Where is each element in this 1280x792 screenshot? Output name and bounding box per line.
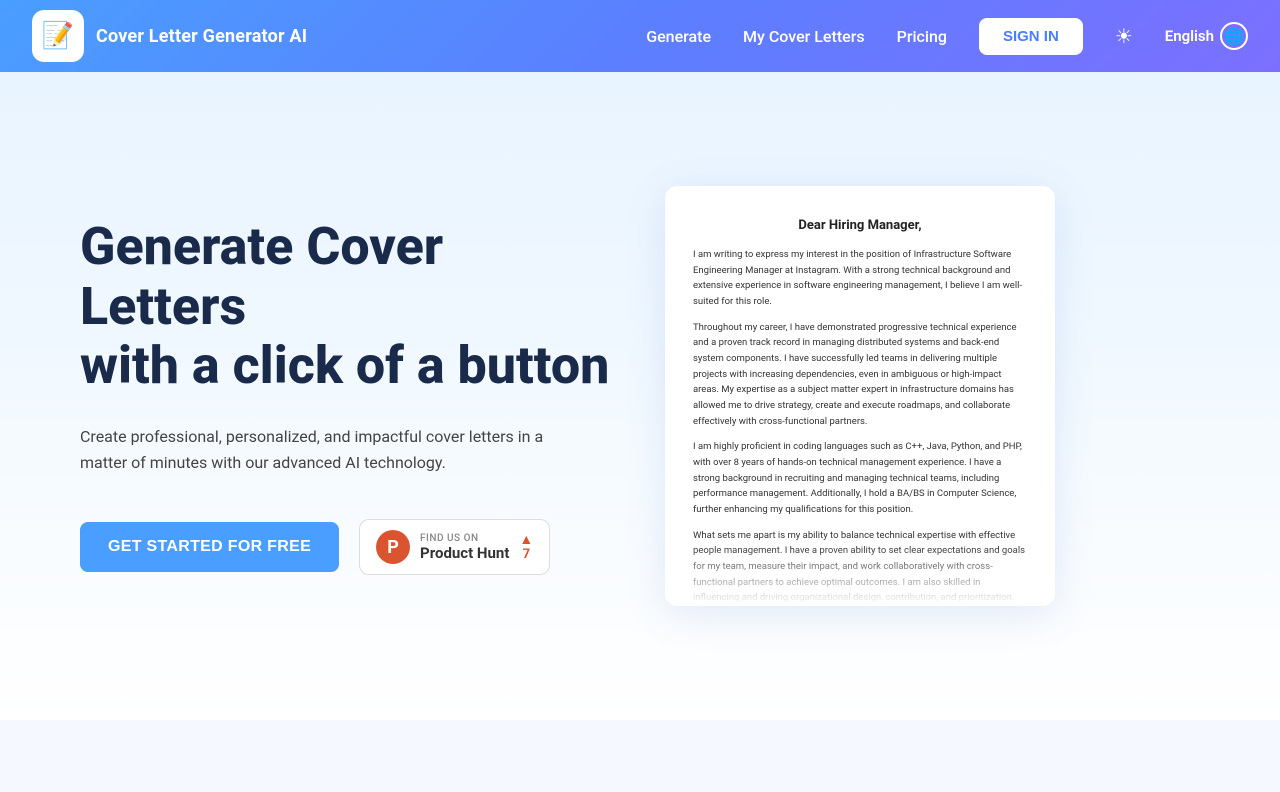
- upvote-arrow-icon: ▲: [519, 533, 533, 547]
- hero-subtitle: Create professional, personalized, and i…: [80, 424, 580, 475]
- letter-body: I am writing to express my interest in t…: [693, 247, 1027, 606]
- letter-paragraph-1: I am writing to express my interest in t…: [693, 247, 1027, 310]
- language-label: English: [1165, 27, 1214, 45]
- nav-generate-link[interactable]: Generate: [646, 27, 711, 46]
- globe-icon: 🌐: [1220, 22, 1248, 50]
- sign-in-button[interactable]: SIGN IN: [979, 18, 1083, 55]
- hero-buttons: GET STARTED FOR FREE P FIND US ON Produc…: [80, 519, 620, 575]
- sun-icon: ☀: [1115, 24, 1133, 49]
- nav-brand: 📝 Cover Letter Generator AI: [32, 10, 307, 62]
- hero-left-content: Generate Cover Letters with a click of a…: [80, 217, 660, 576]
- get-started-button[interactable]: GET STARTED FOR FREE: [80, 522, 339, 572]
- theme-toggle-button[interactable]: ☀: [1115, 24, 1133, 49]
- product-hunt-vote: ▲ 7: [519, 533, 533, 562]
- hero-section: Generate Cover Letters with a click of a…: [0, 72, 1280, 720]
- product-hunt-name: Product Hunt: [420, 544, 509, 562]
- product-hunt-text: FIND US ON Product Hunt: [420, 533, 509, 562]
- letter-paragraph-2: Throughout my career, I have demonstrate…: [693, 320, 1027, 430]
- letter-preview-card: Dear Hiring Manager, I am writing to exp…: [665, 186, 1055, 606]
- nav-my-cover-letters-link[interactable]: My Cover Letters: [743, 27, 865, 46]
- brand-logo-icon: 📝: [32, 10, 84, 62]
- product-hunt-logo: P: [376, 530, 410, 564]
- brand-name: Cover Letter Generator AI: [96, 26, 307, 47]
- hero-title: Generate Cover Letters with a click of a…: [80, 217, 620, 396]
- vote-count: 7: [523, 547, 530, 562]
- language-selector[interactable]: English 🌐: [1165, 22, 1248, 50]
- product-hunt-find-label: FIND US ON: [420, 533, 509, 544]
- nav-links: Generate My Cover Letters Pricing SIGN I…: [646, 18, 1248, 55]
- letter-paragraph-3: I am highly proficient in coding languag…: [693, 439, 1027, 517]
- footer: [0, 720, 1280, 792]
- letter-paragraph-4: What sets me apart is my ability to bala…: [693, 528, 1027, 606]
- navbar: 📝 Cover Letter Generator AI Generate My …: [0, 0, 1280, 72]
- hero-right-preview: Dear Hiring Manager, I am writing to exp…: [660, 186, 1060, 606]
- letter-greeting: Dear Hiring Manager,: [693, 218, 1027, 233]
- product-hunt-badge[interactable]: P FIND US ON Product Hunt ▲ 7: [359, 519, 550, 575]
- nav-pricing-link[interactable]: Pricing: [897, 27, 947, 46]
